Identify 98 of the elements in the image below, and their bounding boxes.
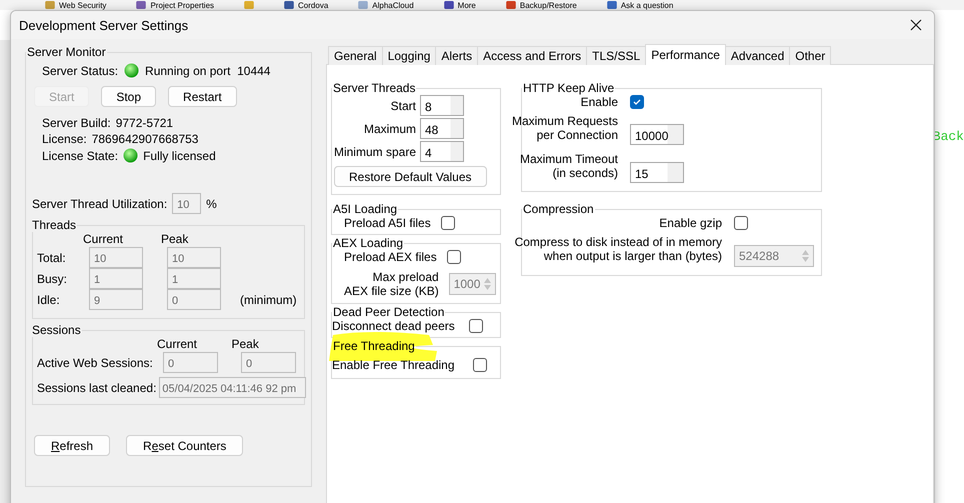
label: Server Thread Utilization: [32,196,168,210]
label: License: [42,132,87,146]
toolbar-item[interactable]: Ask a question [620,0,674,10]
row-label: Active Web Sessions: [37,356,154,370]
button[interactable]: Restore Default Values [334,166,487,187]
label: Enable gzip [659,216,722,230]
toolbar-item[interactable]: AlphaCloud [372,0,414,10]
label: Preload A5I files [344,216,431,230]
value-text: Fully licensed [143,148,216,162]
label: Minimum spare [332,144,416,158]
column-header: Peak [161,232,190,246]
close-icon[interactable] [910,19,922,31]
toolbar-icon[interactable] [136,1,146,9]
count-field[interactable]: 1 [167,268,221,289]
toolbar-icon[interactable] [606,1,617,9]
count-field[interactable]: 0 [241,352,296,373]
label: License State: [42,148,118,162]
number-field[interactable]: 48 [420,118,464,139]
number-field[interactable]: 4 [420,141,464,162]
count-field[interactable]: 0 [167,289,221,310]
tab[interactable]: Other [789,46,832,65]
group-title: Server Monitor [26,45,107,59]
label: Max preload [372,270,439,284]
group-title: Free Threading [332,339,416,353]
toolbar-item[interactable]: Backup/Restore [520,0,577,10]
toolbar-item[interactable]: More [458,0,476,10]
utilization-field[interactable]: 10 [172,193,202,214]
number-field[interactable]: 8 [420,95,464,116]
date-field[interactable]: 05/04/2025 04:11:46 92 pm [159,377,306,398]
label: Maximum Timeout [520,152,618,166]
label: (in seconds) [552,166,618,180]
group-title: Threads [31,218,78,232]
label: Maximum [362,122,416,136]
column-header: Current [83,232,124,246]
label: Server Status: [42,64,118,78]
window-title: Development Server Settings [19,18,188,32]
group-title: Server Threads [332,81,416,95]
tab[interactable]: Performance [645,44,726,65]
row-label: Total: [37,250,67,264]
toolbar-item[interactable]: Project Properties [150,0,214,10]
group-title: HTTP Keep Alive [522,81,616,95]
button[interactable]: Refresh [34,435,110,456]
label: Preload AEX files [344,250,437,264]
row-label: Idle: [37,292,61,306]
count-field[interactable]: 10 [89,247,143,268]
group-title: AEX Loading [332,236,404,250]
label: Compress to disk instead of in memory [514,235,722,249]
checkbox[interactable] [446,250,461,264]
group-title: Sessions [31,323,82,337]
spin-field[interactable]: 1000 [448,273,496,295]
value-text: 9772-5721 [116,116,174,130]
column-header: Current [157,337,198,351]
tab[interactable]: General [328,46,383,65]
button[interactable]: Reset Counters [126,435,244,456]
label: Start [390,98,416,112]
toolbar-icon[interactable] [506,1,516,9]
count-field[interactable]: 1 [89,268,143,289]
checkbox[interactable] [630,95,644,109]
toolbar-item[interactable]: Cordova [298,0,328,10]
group-title: Compression [522,202,595,216]
label: per Connection [536,128,618,142]
number-field[interactable]: 10000 [630,124,684,145]
tab[interactable]: TLS/SSL [586,46,646,65]
status-text: Running on port 10444 [145,64,270,78]
toolbar-item[interactable]: Web Security [59,0,106,10]
spin-field[interactable]: 524288 [734,245,814,267]
number-field[interactable]: 15 [630,162,684,183]
label: when output is larger than (bytes) [544,249,722,263]
toolbar-icon[interactable] [284,1,294,9]
checkbox[interactable] [734,216,748,230]
button[interactable]: Restart [168,86,237,107]
label: Enable Free Threading [332,358,455,372]
tab[interactable]: Access and Errors [477,46,588,65]
group-title: Dead Peer Detection [332,305,446,319]
toolbar-icon[interactable] [444,1,454,9]
note-text: (minimum) [240,292,297,306]
value-text: 7869642907668753 [92,132,198,146]
tab[interactable]: Alerts [435,46,478,65]
checkbox[interactable] [468,319,483,333]
row-label: Sessions last cleaned: [37,380,156,394]
checkbox[interactable] [472,358,487,372]
tab[interactable]: Advanced [724,46,790,65]
label: AEX file size (KB) [344,284,439,298]
label: Enable [580,95,618,109]
count-field[interactable]: 0 [163,352,218,373]
label: Maximum Requests [512,114,618,128]
column-header: Peak [232,337,260,351]
count-field[interactable]: 9 [89,289,143,310]
row-label: Busy: [37,272,68,286]
unit-text: % [206,196,217,210]
group-title: A5I Loading [332,202,398,216]
label: Server Build: [42,116,111,130]
button[interactable]: Stop [101,86,156,107]
checkbox[interactable] [440,216,455,230]
checkmark-icon [632,97,642,107]
tab[interactable]: Logging [382,46,436,65]
label: Disconnect dead peers [332,319,455,333]
count-field[interactable]: 10 [167,247,221,268]
